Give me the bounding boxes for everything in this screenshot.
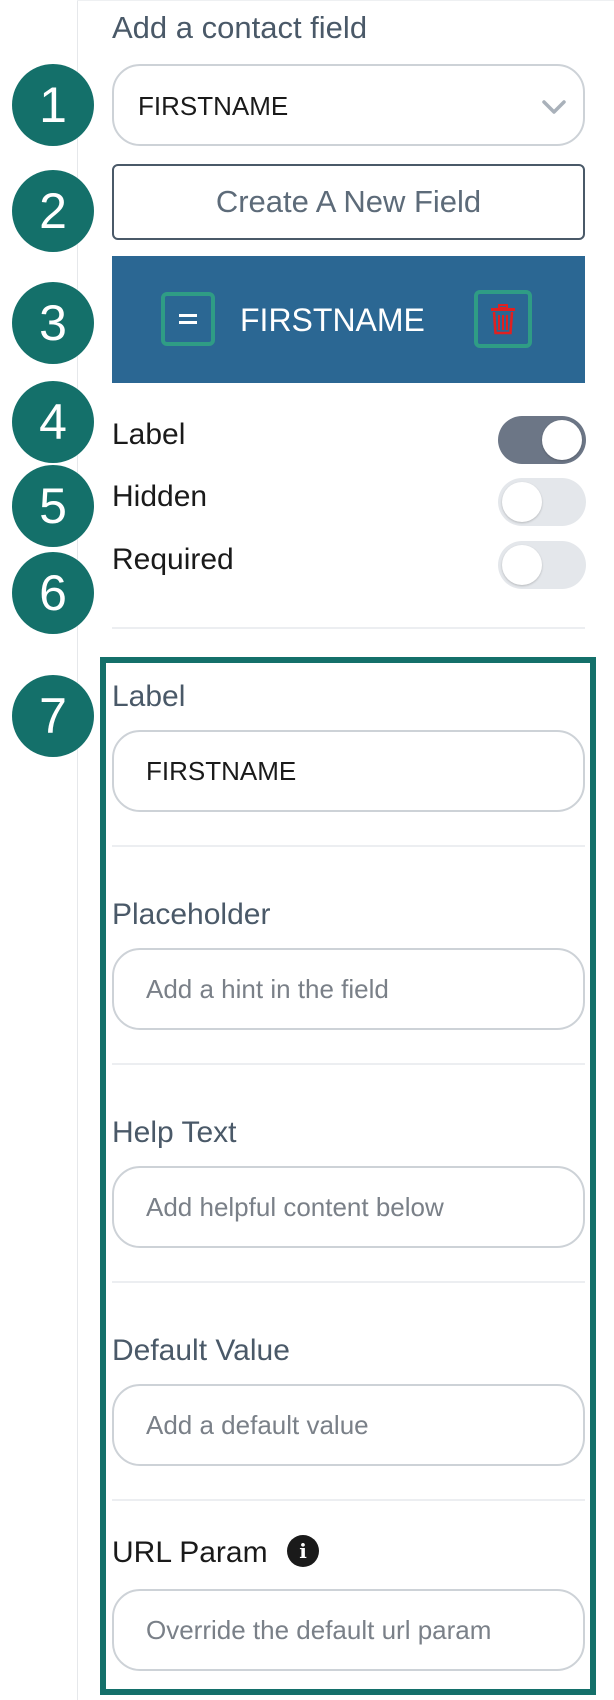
contact-field-select[interactable]: FIRSTNAME (112, 64, 585, 146)
step-badge-7: 7 (12, 675, 94, 757)
divider (112, 1063, 585, 1065)
url-param-input[interactable] (112, 1589, 585, 1671)
divider (112, 1281, 585, 1283)
divider (112, 845, 585, 847)
toggle-knob (542, 420, 582, 460)
toggle-label-label: Label (112, 418, 186, 451)
toggle-label-required: Required (112, 543, 234, 576)
drag-handle-icon[interactable] (161, 292, 215, 346)
step-badge-4: 4 (12, 381, 94, 463)
create-new-field-button[interactable]: Create A New Field (112, 164, 585, 240)
contact-field-panel: Add a contact field 1 2 3 4 5 6 7 FIRSTN… (0, 0, 614, 1700)
url-param-setting-title: URL Param (112, 1536, 268, 1569)
step-badge-5: 5 (12, 465, 94, 547)
selected-field-chip[interactable]: FIRSTNAME (112, 256, 585, 383)
hidden-toggle[interactable] (498, 478, 586, 526)
section-title: Add a contact field (112, 10, 368, 45)
chevron-down-icon[interactable] (539, 92, 569, 122)
placeholder-input[interactable] (112, 948, 585, 1030)
selected-field-name: FIRSTNAME (240, 302, 425, 338)
contact-field-select-value: FIRSTNAME (138, 91, 289, 121)
divider (112, 627, 585, 629)
delete-field-button[interactable] (474, 290, 532, 348)
step-badge-2: 2 (12, 170, 94, 252)
trash-icon (491, 304, 515, 335)
help-text-input[interactable] (112, 1166, 585, 1248)
label-toggle[interactable] (498, 416, 586, 464)
toggle-knob (502, 482, 542, 522)
required-toggle[interactable] (498, 541, 586, 589)
panel-top-border (77, 0, 614, 1)
help-text-setting-title: Help Text (112, 1116, 237, 1149)
default-value-setting-title: Default Value (112, 1334, 290, 1367)
panel-left-border (77, 0, 78, 1700)
info-icon[interactable]: i (287, 1535, 319, 1567)
step-badge-6: 6 (12, 552, 94, 634)
label-setting-title: Label (112, 680, 186, 713)
label-input[interactable] (112, 730, 585, 812)
step-badge-3: 3 (12, 282, 94, 364)
divider (112, 1499, 585, 1501)
default-value-input[interactable] (112, 1384, 585, 1466)
toggle-knob (502, 545, 542, 585)
toggle-label-hidden: Hidden (112, 480, 208, 513)
placeholder-setting-title: Placeholder (112, 898, 271, 931)
step-badge-1: 1 (12, 64, 94, 146)
